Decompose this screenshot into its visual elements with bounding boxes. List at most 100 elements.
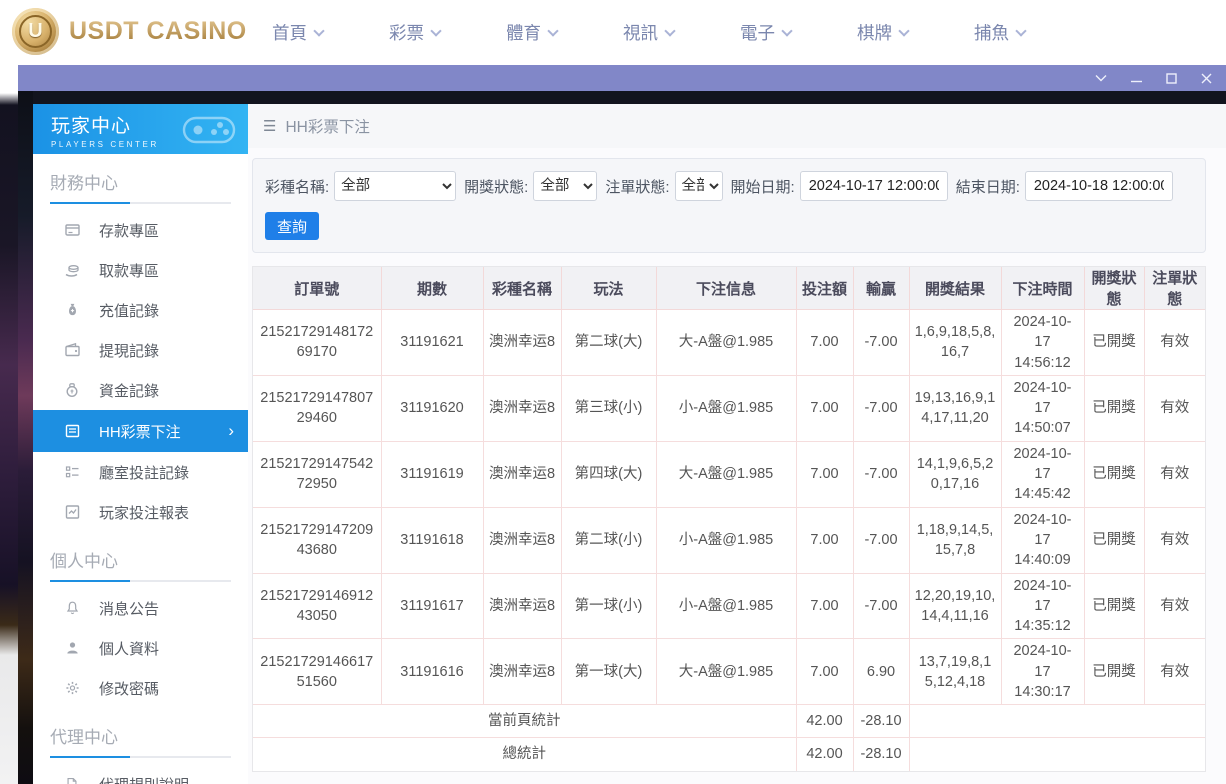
table-row[interactable]: 2152172914817269170 31191621 澳洲幸运8 第二球(大… <box>253 310 1205 376</box>
cell-lottery-name: 澳洲幸运8 <box>483 573 561 639</box>
sidebar-item-room-bet-records[interactable]: 廳室投註記錄 <box>33 452 248 492</box>
cell-bet-amount: 7.00 <box>796 639 853 705</box>
summary-win-loss: -28.10 <box>853 738 909 771</box>
cell-draw-result: 1,18,9,14,5,15,7,8 <box>909 507 1001 573</box>
cell-period: 31191621 <box>381 310 483 376</box>
nav-item-lottery[interactable]: 彩票 <box>389 20 440 45</box>
cell-draw-status: 已開獎 <box>1084 375 1144 441</box>
cell-draw-result: 14,1,9,6,5,20,17,16 <box>909 441 1001 507</box>
table-row[interactable]: 2152172914754272950 31191619 澳洲幸运8 第四球(大… <box>253 441 1205 507</box>
sidebar-item-withdraw-records[interactable]: 提現記錄 <box>33 330 248 370</box>
top-navigation-bar: U USDT CASINO 首頁 彩票 體育 視訊 電子 棋牌 捕魚 <box>0 0 1226 65</box>
section-underline <box>50 202 231 204</box>
col-draw-result: 開獎結果 <box>909 267 1001 310</box>
cell-order-status: 有效 <box>1144 310 1205 376</box>
hamburger-icon[interactable]: ☰ <box>263 117 276 135</box>
end-date-label: 結束日期: <box>956 176 1020 197</box>
cell-win-loss: -7.00 <box>853 507 909 573</box>
order-status-select[interactable]: 全部 <box>675 171 723 201</box>
cell-bet-time: 2024-10-17 14:56:12 <box>1001 310 1084 376</box>
cell-bet-amount: 7.00 <box>796 310 853 376</box>
cell-bet-amount: 7.00 <box>796 573 853 639</box>
window-minimize-icon[interactable] <box>1131 73 1142 84</box>
cell-period: 31191616 <box>381 639 483 705</box>
cell-bet-time: 2024-10-17 14:45:42 <box>1001 441 1084 507</box>
chevron-down-icon <box>547 25 558 36</box>
draw-status-select[interactable]: 全部 <box>533 171 597 201</box>
sidebar-item-profile[interactable]: 個人資料 <box>33 628 248 668</box>
start-date-input[interactable] <box>800 171 948 201</box>
sidebar-item-fund-records[interactable]: 資金記錄 <box>33 370 248 410</box>
col-draw-status: 開獎狀態 <box>1084 267 1144 310</box>
cell-draw-status: 已開獎 <box>1084 573 1144 639</box>
background-image-strip <box>18 91 33 784</box>
agent-menu: 代理規則說明 <box>33 764 248 784</box>
cell-lottery-name: 澳洲幸运8 <box>483 639 561 705</box>
cell-period: 31191617 <box>381 573 483 639</box>
cell-order-no: 2152172914817269170 <box>253 310 381 376</box>
window-collapse-icon[interactable] <box>1095 74 1107 82</box>
cell-bet-info: 小-A盤@1.985 <box>656 573 796 639</box>
cell-draw-status: 已開獎 <box>1084 507 1144 573</box>
cell-play-type: 第一球(大) <box>561 639 656 705</box>
cell-play-type: 第二球(小) <box>561 507 656 573</box>
table-row[interactable]: 2152172914661751560 31191616 澳洲幸运8 第一球(大… <box>253 639 1205 705</box>
col-win-loss: 輸贏 <box>853 267 909 310</box>
end-date-input[interactable] <box>1025 171 1173 201</box>
summary-bet-amount: 42.00 <box>796 705 853 738</box>
summary-label: 總統計 <box>253 738 796 771</box>
sidebar-item-agent-rules[interactable]: 代理規則說明 <box>33 764 248 784</box>
sidebar-item-hh-lottery-bets[interactable]: HH彩票下注 › <box>33 410 248 452</box>
cell-bet-time: 2024-10-17 14:50:07 <box>1001 375 1084 441</box>
lottery-name-select[interactable]: 全部 <box>334 171 456 201</box>
cell-draw-status: 已開獎 <box>1084 441 1144 507</box>
nav-item-sports[interactable]: 體育 <box>506 20 557 45</box>
cell-play-type: 第四球(大) <box>561 441 656 507</box>
cell-draw-result: 12,20,19,10,14,4,11,16 <box>909 573 1001 639</box>
person-icon <box>63 640 81 656</box>
chevron-down-icon <box>430 25 441 36</box>
table-row[interactable]: 2152172914780729460 31191620 澳洲幸运8 第三球(小… <box>253 375 1205 441</box>
cell-lottery-name: 澳洲幸运8 <box>483 507 561 573</box>
cell-order-no: 2152172914661751560 <box>253 639 381 705</box>
chevron-down-icon <box>781 25 792 36</box>
search-button[interactable]: 查詢 <box>265 212 319 240</box>
cell-period: 31191619 <box>381 441 483 507</box>
sidebar-item-withdraw[interactable]: 取款專區 <box>33 250 248 290</box>
background-page-strip <box>0 65 18 784</box>
nav-item-boardgames[interactable]: 棋牌 <box>857 20 908 45</box>
brand-logo[interactable]: U USDT CASINO <box>12 8 247 55</box>
cell-bet-info: 小-A盤@1.985 <box>656 375 796 441</box>
filter-row: 彩種名稱: 全部 開獎狀態: 全部 注單狀態: 全部 開始日期: 結束日期: <box>265 171 1195 201</box>
col-lottery-name: 彩種名稱 <box>483 267 561 310</box>
cell-order-status: 有效 <box>1144 375 1205 441</box>
window-maximize-icon[interactable] <box>1166 73 1177 84</box>
col-period: 期數 <box>381 267 483 310</box>
nav-item-live[interactable]: 視訊 <box>623 20 674 45</box>
cell-draw-result: 1,6,9,18,5,8,16,7 <box>909 310 1001 376</box>
table-row[interactable]: 2152172914720943680 31191618 澳洲幸运8 第二球(小… <box>253 507 1205 573</box>
brand-name: USDT CASINO <box>69 17 247 46</box>
nav-item-fishing[interactable]: 捕魚 <box>974 20 1025 45</box>
cell-draw-status: 已開獎 <box>1084 639 1144 705</box>
sidebar-item-change-password[interactable]: 修改密碼 <box>33 668 248 708</box>
cell-win-loss: -7.00 <box>853 573 909 639</box>
cell-period: 31191618 <box>381 507 483 573</box>
section-title-personal: 個人中心 <box>50 547 248 572</box>
sidebar-item-announcements[interactable]: 消息公告 <box>33 588 248 628</box>
sidebar-item-recharge-records[interactable]: 充值記錄 <box>33 290 248 330</box>
nav-item-home[interactable]: 首頁 <box>272 20 323 45</box>
gear-icon <box>63 680 81 696</box>
sidebar-item-deposit[interactable]: 存款專區 <box>33 210 248 250</box>
list-checklist-icon <box>63 464 81 480</box>
nav-item-slots[interactable]: 電子 <box>740 20 791 45</box>
col-bet-time: 下注時間 <box>1001 267 1084 310</box>
cell-draw-status: 已開獎 <box>1084 310 1144 376</box>
sidebar-item-player-bet-report[interactable]: 玩家投注報表 <box>33 492 248 532</box>
table-row[interactable]: 2152172914691243050 31191617 澳洲幸运8 第一球(小… <box>253 573 1205 639</box>
window-close-icon[interactable] <box>1201 73 1212 84</box>
cell-order-status: 有效 <box>1144 441 1205 507</box>
bet-list-icon <box>63 423 81 439</box>
cell-bet-info: 大-A盤@1.985 <box>656 441 796 507</box>
chevron-down-icon <box>898 25 909 36</box>
